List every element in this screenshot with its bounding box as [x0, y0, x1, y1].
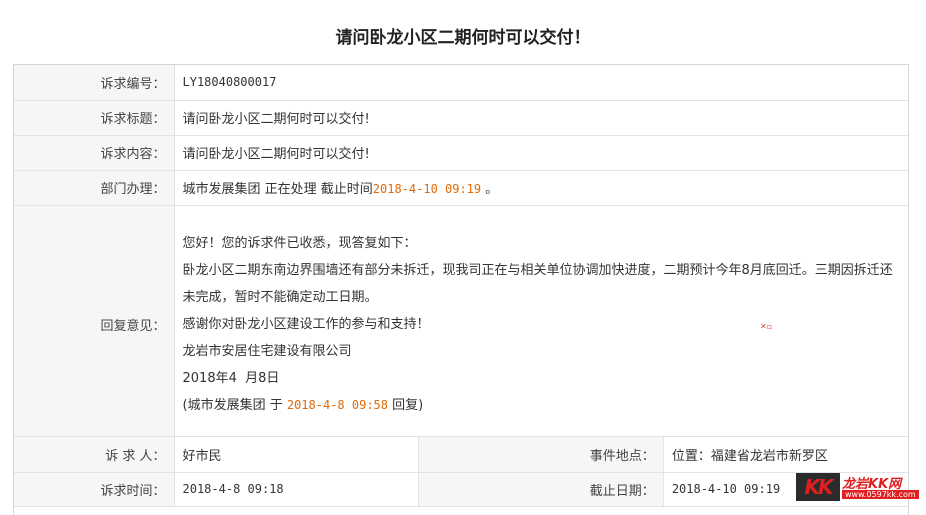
reply-meta: (城市发展集团 于 2018-4-8 09:58 回复)	[183, 392, 905, 419]
time-label: 诉求时间：	[14, 472, 175, 507]
dept-value: 城市发展集团 正在处理 截止时间2018-4-10 09:19 。	[174, 170, 908, 206]
dept-suffix: 。	[485, 182, 499, 197]
dept-deadline: 2018-4-10 09:19	[372, 182, 482, 196]
time-value: 2018-4-8 09:18	[174, 472, 419, 507]
reply-thanks: 感谢你对卧龙小区建设工作的参与和支持！	[182, 316, 430, 332]
dept-label: 部门办理：	[14, 170, 175, 206]
reply-greeting: 您好！您的诉求件已收悉，现答复如下：	[182, 235, 417, 251]
detail-panel: 诉求编号： LY18040800017 诉求标题： 请问卧龙小区二期何时可以交付…	[13, 64, 909, 515]
page-title: 请问卧龙小区二期何时可以交付！	[335, 28, 591, 48]
row-dept: 部门办理： 城市发展集团 正在处理 截止时间2018-4-10 09:19 。	[14, 170, 908, 206]
detail-table: 诉求编号： LY18040800017 诉求标题： 请问卧龙小区二期何时可以交付…	[14, 65, 908, 507]
row-person-place: 诉 求 人： 好市民 事件地点： 位置：福建省龙岩市新罗区	[14, 436, 908, 473]
place-value: 位置：福建省龙岩市新罗区	[663, 436, 908, 473]
row-content: 诉求内容： 请问卧龙小区二期何时可以交付!	[14, 135, 908, 171]
reply-content: 您好！您的诉求件已收悉，现答复如下： 卧龙小区二期东南边界围墙还有部分未拆迁，现…	[174, 205, 908, 437]
reply-meta-suffix: 回复)	[388, 397, 424, 413]
place-label: 事件地点：	[418, 436, 664, 473]
person-value: 好市民	[174, 436, 419, 473]
reply-meta-time: 2018-4-8 09:58	[286, 397, 388, 412]
broken-image-icon: ✕▫	[760, 322, 773, 331]
reply-meta-prefix: (城市发展集团 于	[182, 397, 287, 413]
subject-value: 请问卧龙小区二期何时可以交付!	[174, 100, 908, 136]
site-watermark-logo: KK 龙岩KK网 www.0597kk.com	[796, 473, 919, 503]
dept-status: 城市发展集团 正在处理 截止时间	[182, 182, 373, 197]
kk-logo-icon: KK	[796, 473, 840, 501]
content-value: 请问卧龙小区二期何时可以交付!	[174, 135, 908, 171]
person-label: 诉 求 人：	[14, 436, 175, 473]
site-url: www.0597kk.com	[842, 490, 919, 499]
reply-label: 回复意见：	[14, 205, 175, 437]
deadline-label: 截止日期：	[418, 472, 664, 507]
row-subject: 诉求标题： 请问卧龙小区二期何时可以交付!	[14, 100, 908, 136]
code-label: 诉求编号：	[14, 65, 175, 101]
code-value: LY18040800017	[174, 65, 908, 101]
row-reply: 回复意见： 您好！您的诉求件已收悉，现答复如下： 卧龙小区二期东南边界围墙还有部…	[14, 205, 908, 437]
content-label: 诉求内容：	[14, 135, 175, 171]
subject-label: 诉求标题：	[14, 100, 175, 136]
row-code: 诉求编号： LY18040800017	[14, 65, 908, 101]
reply-company: 龙岩市安居住宅建设有限公司	[182, 343, 352, 359]
reply-date: 2018年4 月8日	[182, 370, 280, 386]
reply-body: 卧龙小区二期东南边界围墙还有部分未拆迁，现我司正在与相关单位协调加快进度，二期预…	[182, 262, 893, 305]
row-time-deadline: 诉求时间： 2018-4-8 09:18 截止日期： 2018-4-10 09:…	[14, 472, 908, 507]
